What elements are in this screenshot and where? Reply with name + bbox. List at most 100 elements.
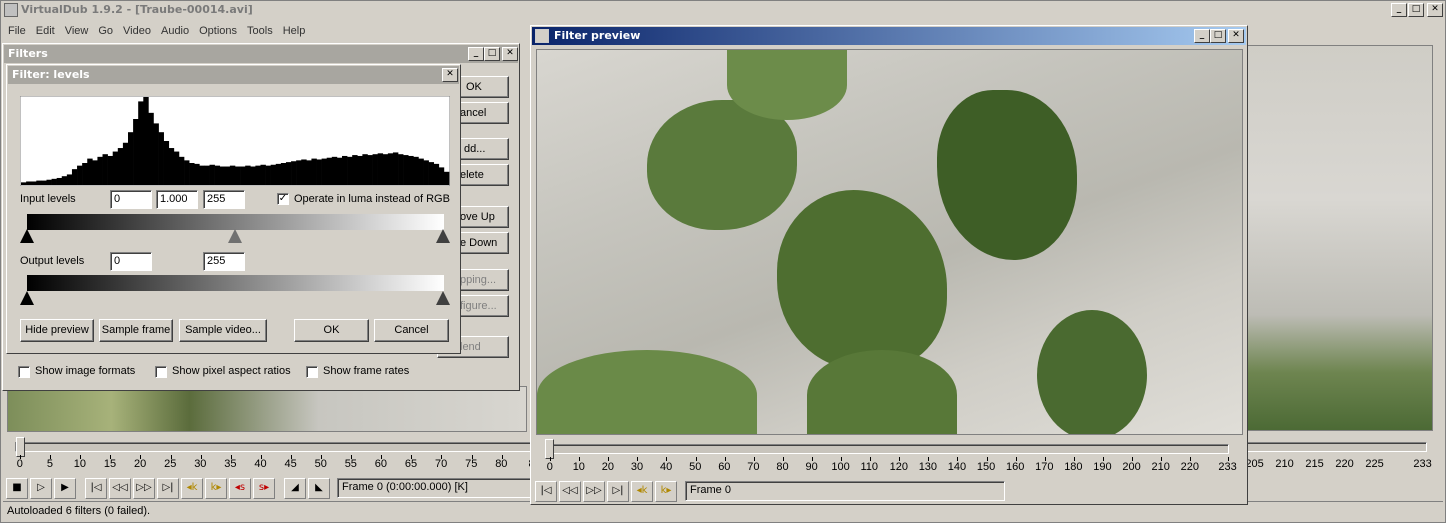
preview-next-key-icon[interactable]: k▸ — [655, 481, 677, 502]
levels-title: Filter: levels — [12, 68, 90, 81]
sample-frame-button[interactable]: Sample frame — [99, 319, 173, 342]
leaf-shape — [647, 100, 797, 230]
sample-video-button[interactable]: Sample video... — [179, 319, 267, 342]
preview-go-end-icon[interactable]: ▷| — [607, 481, 629, 502]
window-title: VirtualDub 1.9.2 - [Traube-00014.avi] — [21, 3, 253, 16]
filters-blend-label: lend — [460, 341, 481, 353]
histogram-bar — [260, 164, 266, 185]
leaf-shape — [777, 190, 947, 370]
show-frame-rates-checkbox[interactable] — [306, 366, 318, 378]
main-timeline-thumb[interactable] — [16, 437, 25, 457]
levels-ok-button[interactable]: OK — [294, 319, 369, 342]
filters-title: Filters — [8, 47, 48, 60]
menu-go[interactable]: Go — [93, 22, 118, 40]
histogram-bar — [122, 142, 129, 185]
hide-preview-button[interactable]: Hide preview — [20, 319, 94, 342]
menu-video[interactable]: Video — [118, 22, 156, 40]
histogram-bar — [204, 165, 210, 185]
prev-key-icon[interactable]: ◂k — [181, 478, 203, 499]
histogram-bar — [316, 159, 322, 185]
output-white-handle[interactable] — [436, 291, 450, 305]
histogram-bar — [56, 177, 63, 185]
histogram-bar — [178, 156, 185, 185]
histogram-bar — [128, 132, 134, 185]
prev-scene-icon[interactable]: ◂s — [229, 478, 251, 499]
show-pixel-aspect-checkbox[interactable] — [155, 366, 167, 378]
timeline-tick-label: 60 — [374, 458, 388, 470]
filters-move-down-label: e Down — [460, 237, 498, 249]
histogram-bar — [87, 158, 93, 185]
operate-luma-checkbox[interactable]: ✓ — [277, 193, 289, 205]
preview-next-frame-icon[interactable]: ▷▷ — [583, 481, 605, 502]
histogram-bar — [301, 159, 307, 185]
mark-out-icon[interactable]: ◣ — [308, 478, 330, 499]
play-input-icon[interactable]: ▷ — [30, 478, 52, 499]
operate-luma-label: Operate in luma instead of RGB — [294, 193, 450, 205]
histogram-bar — [112, 151, 119, 185]
input-gamma-field[interactable]: 1.000 — [156, 190, 198, 209]
stop-icon[interactable]: ■ — [6, 478, 28, 499]
input-black-handle[interactable] — [20, 229, 34, 243]
histogram-bar — [240, 166, 246, 185]
histogram-bar — [347, 156, 353, 185]
timeline-tick-label: 15 — [103, 458, 117, 470]
mark-in-icon[interactable]: ◢ — [284, 478, 306, 499]
filters-minimize-button[interactable]: _ — [468, 47, 484, 61]
next-scene-icon[interactable]: s▸ — [253, 478, 275, 499]
histogram-bar — [291, 161, 297, 185]
go-end-icon[interactable]: ▷| — [157, 478, 179, 499]
filters-maximize-button[interactable]: □ — [484, 47, 500, 61]
preview-timeline-track[interactable] — [545, 444, 1229, 454]
levels-close-button[interactable]: ✕ — [442, 68, 458, 82]
timeline-tick-label: 75 — [465, 458, 478, 470]
output-white-field[interactable]: 255 — [203, 252, 245, 271]
go-start-icon[interactable]: |◁ — [85, 478, 107, 499]
timeline-tick-label: 25 — [164, 458, 177, 470]
menu-view[interactable]: View — [60, 22, 94, 40]
histogram-bar — [433, 163, 440, 185]
show-image-formats-checkbox[interactable] — [18, 366, 30, 378]
menu-tools[interactable]: Tools — [242, 22, 278, 40]
input-gamma-handle[interactable] — [228, 229, 242, 243]
input-white-field[interactable]: 255 — [203, 190, 245, 209]
input-white-handle[interactable] — [436, 229, 450, 243]
preview-prev-frame-icon[interactable]: ◁◁ — [559, 481, 581, 502]
maximize-button[interactable]: □ — [1408, 3, 1424, 17]
leaf-shape — [937, 90, 1077, 260]
histogram-bar — [41, 180, 47, 185]
play-output-icon[interactable]: ▶ — [54, 478, 76, 499]
preview-close-button[interactable]: ✕ — [1228, 29, 1244, 43]
next-key-icon[interactable]: k▸ — [205, 478, 227, 499]
preview-prev-key-icon[interactable]: ◂k — [631, 481, 653, 502]
input-black-field[interactable]: 0 — [110, 190, 152, 209]
prev-frame-icon[interactable]: ◁◁ — [109, 478, 131, 499]
preview-go-start-icon[interactable]: |◁ — [535, 481, 557, 502]
histogram-bar — [148, 112, 154, 185]
preview-maximize-button[interactable]: □ — [1210, 29, 1226, 43]
next-frame-icon[interactable]: ▷▷ — [133, 478, 155, 499]
timeline-tick-label: 70 — [747, 461, 760, 473]
output-black-field[interactable]: 0 — [110, 252, 152, 271]
preview-window-icon — [535, 29, 549, 43]
preview-minimize-button[interactable]: _ — [1194, 29, 1210, 43]
close-button[interactable]: ✕ — [1427, 3, 1443, 17]
app-icon — [4, 3, 18, 17]
hide-preview-label: Hide preview — [25, 324, 89, 336]
preview-timeline-thumb[interactable] — [545, 439, 554, 459]
filters-ok-label: OK — [466, 81, 482, 93]
histogram-bar — [398, 154, 404, 185]
filters-close-button[interactable]: ✕ — [502, 47, 518, 61]
menu-options[interactable]: Options — [194, 22, 242, 40]
menu-help[interactable]: Help — [278, 22, 311, 40]
menu-audio[interactable]: Audio — [156, 22, 194, 40]
timeline-tick-label: 220 — [1335, 458, 1354, 470]
histogram-bar — [265, 165, 271, 185]
minimize-button[interactable]: _ — [1391, 3, 1407, 17]
menu-edit[interactable]: Edit — [31, 22, 60, 40]
timeline-tick-label: 30 — [630, 461, 644, 473]
levels-cancel-button[interactable]: Cancel — [374, 319, 449, 342]
output-black-handle[interactable] — [20, 291, 34, 305]
menu-file[interactable]: File — [3, 22, 31, 40]
histogram-bar — [189, 163, 195, 185]
timeline-tick-label: 100 — [831, 461, 850, 473]
